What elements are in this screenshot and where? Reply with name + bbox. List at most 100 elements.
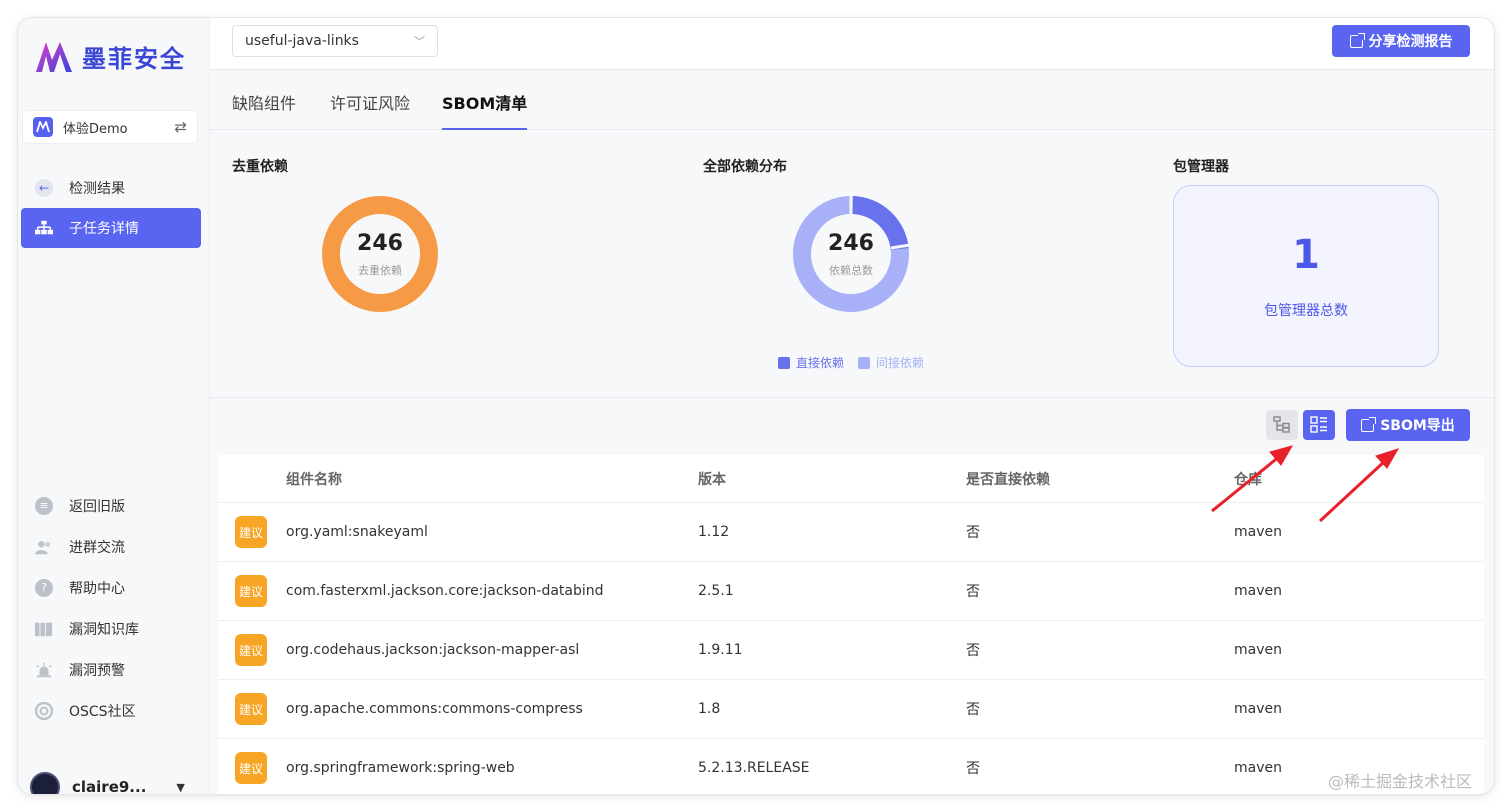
tab-sbom-list[interactable]: SBOM清单 — [442, 90, 528, 130]
list-view-button[interactable] — [1303, 410, 1335, 440]
is-direct: 否 — [966, 643, 980, 659]
component-name[interactable]: org.yaml:snakeyaml — [286, 503, 428, 561]
avatar — [30, 772, 60, 794]
nav-subtask-details[interactable]: 子任务详情 — [21, 208, 201, 248]
all-deps-value: 246 — [828, 230, 874, 256]
table-row[interactable]: 建议 org.yaml:snakeyaml 1.12 否 maven — [218, 503, 1484, 562]
logo-icon — [36, 42, 72, 72]
nav-vuln-alert[interactable]: 漏洞预警 — [21, 650, 201, 690]
suggestion-badge: 建议 — [235, 575, 267, 607]
nav-label: 漏洞知识库 — [69, 622, 139, 638]
col-component-name[interactable]: 组件名称 — [286, 455, 342, 502]
col-repository[interactable]: 仓库 — [1234, 455, 1262, 502]
users-icon — [35, 538, 53, 556]
dedup-value: 246 — [357, 230, 403, 256]
tree-view-button[interactable] — [1266, 410, 1298, 440]
app-window: 墨菲安全 体验Demo ⇄ ← 检测结果 子任务详情 ≡ 返回旧版 进群交流 ?… — [18, 18, 1494, 794]
legend-direct[interactable]: 直接依赖 — [778, 354, 844, 371]
table-row[interactable]: 建议 org.apache.commons:commons-compress 1… — [218, 680, 1484, 739]
watermark: @稀土掘金技术社区 — [1328, 772, 1473, 791]
nav-label: 返回旧版 — [69, 499, 125, 515]
user-name: claire9... — [72, 778, 147, 794]
component-name[interactable]: org.apache.commons:commons-compress — [286, 680, 583, 738]
nav-label: 子任务详情 — [69, 221, 139, 237]
package-manager-card: 1 包管理器总数 — [1173, 185, 1439, 367]
project-select[interactable]: useful-java-links ﹀ — [232, 25, 438, 57]
legend-indirect[interactable]: 间接依赖 — [858, 354, 924, 371]
sidebar: 墨菲安全 体验Demo ⇄ ← 检测结果 子任务详情 ≡ 返回旧版 进群交流 ?… — [18, 18, 210, 794]
tab-defect-components[interactable]: 缺陷组件 — [232, 90, 296, 130]
sbom-table: 组件名称 版本 是否直接依赖 仓库 建议 org.yaml:snakeyaml … — [218, 455, 1484, 794]
component-name[interactable]: org.codehaus.jackson:jackson-mapper-asl — [286, 621, 579, 679]
chevron-down-icon: ﹀ — [414, 35, 425, 48]
table-row[interactable]: 建议 com.fasterxml.jackson.core:jackson-da… — [218, 562, 1484, 621]
col-is-direct[interactable]: 是否直接依赖 — [966, 455, 1050, 502]
badge-cell: 建议 — [235, 503, 267, 561]
col-version[interactable]: 版本 — [698, 455, 726, 502]
suggestion-badge: 建议 — [235, 693, 267, 725]
nav-label: 帮助中心 — [69, 581, 125, 597]
arrow-left-icon: ← — [35, 179, 53, 197]
nav-help-center[interactable]: ? 帮助中心 — [21, 568, 201, 608]
is-direct: 否 — [966, 761, 980, 777]
tab-license-risk[interactable]: 许可证风险 — [330, 90, 410, 130]
team-switcher[interactable]: 体验Demo ⇄ — [22, 110, 198, 144]
brand-logo[interactable]: 墨菲安全 — [34, 38, 186, 74]
nav-oscs-community[interactable]: OSCS社区 — [21, 691, 201, 731]
swap-icon[interactable]: ⇄ — [174, 118, 187, 136]
table-row[interactable]: 建议 org.codehaus.jackson:jackson-mapper-a… — [218, 621, 1484, 680]
caret-down-icon[interactable]: ▼ — [176, 781, 184, 794]
return-icon: ≡ — [35, 497, 53, 515]
is-direct: 否 — [966, 702, 980, 718]
badge-cell: 建议 — [235, 680, 267, 738]
nav-detection-results[interactable]: ← 检测结果 — [21, 168, 201, 208]
component-version: 1.9.11 — [698, 642, 743, 658]
nav-join-group[interactable]: 进群交流 — [21, 527, 201, 567]
brand-name: 墨菲安全 — [82, 44, 186, 73]
community-icon — [35, 702, 53, 720]
nav-vuln-kb[interactable]: 漏洞知识库 — [21, 609, 201, 649]
repository: maven — [1234, 642, 1282, 658]
nav-label: 漏洞预警 — [69, 663, 125, 679]
all-deps-donut: 246 依赖总数 — [791, 194, 911, 314]
share-report-button[interactable]: 分享检测报告 — [1332, 25, 1470, 57]
component-name[interactable]: org.springframework:spring-web — [286, 739, 515, 794]
table-toolbar: SBOM导出 — [210, 398, 1494, 455]
badge-cell: 建议 — [235, 621, 267, 679]
team-logo-icon — [33, 117, 53, 137]
all-deps-title: 全部依赖分布 — [703, 159, 787, 175]
user-menu[interactable]: claire9... ▼ — [30, 772, 185, 794]
suggestion-badge: 建议 — [235, 634, 267, 666]
component-version: 5.2.13.RELEASE — [698, 760, 810, 776]
component-name[interactable]: com.fasterxml.jackson.core:jackson-datab… — [286, 562, 604, 620]
legend-label: 间接依赖 — [876, 356, 925, 370]
share-report-label: 分享检测报告 — [1368, 34, 1453, 50]
component-version: 1.8 — [698, 701, 721, 717]
stats-panel: 去重依赖 246 去重依赖 全部依赖分布 246 依赖总数 直接依赖 间接依赖 … — [210, 130, 1494, 398]
table-header: 组件名称 版本 是否直接依赖 仓库 — [218, 455, 1484, 503]
legend-swatch — [778, 356, 790, 369]
repository: maven — [1234, 583, 1282, 599]
is-direct: 否 — [966, 525, 980, 541]
pm-label: 包管理器总数 — [1264, 303, 1348, 319]
all-deps-legend: 直接依赖 间接依赖 — [778, 354, 924, 371]
repository: maven — [1234, 760, 1282, 776]
component-version: 1.12 — [698, 524, 730, 540]
external-link-icon — [1361, 416, 1377, 432]
badge-cell: 建议 — [235, 562, 267, 620]
suggestion-badge: 建议 — [235, 516, 267, 548]
nav-return-old[interactable]: ≡ 返回旧版 — [21, 486, 201, 526]
legend-swatch — [858, 356, 871, 369]
sbom-export-button[interactable]: SBOM导出 — [1346, 409, 1470, 441]
tree-view-icon — [1273, 416, 1290, 433]
dedup-label: 去重依赖 — [358, 263, 402, 277]
table-row[interactable]: 建议 org.springframework:spring-web 5.2.13… — [218, 739, 1484, 794]
sitemap-icon — [35, 219, 53, 237]
all-deps-label: 依赖总数 — [829, 263, 873, 277]
nav-label: OSCS社区 — [69, 704, 136, 720]
repository: maven — [1234, 701, 1282, 717]
repository: maven — [1234, 524, 1282, 540]
dedup-donut: 246 去重依赖 — [320, 194, 440, 314]
suggestion-badge: 建议 — [235, 752, 267, 784]
external-link-icon — [1349, 32, 1365, 48]
